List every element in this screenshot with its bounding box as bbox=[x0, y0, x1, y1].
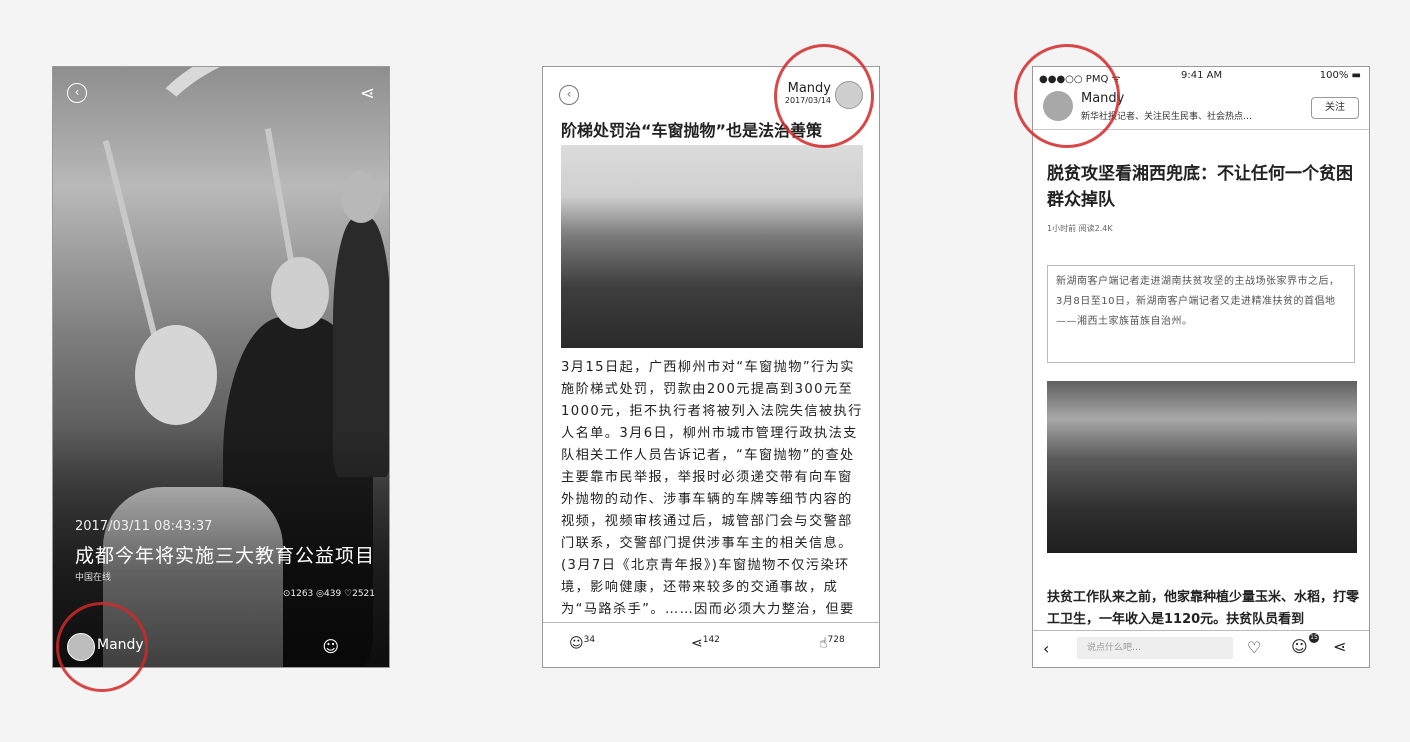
follow-button[interactable]: 关注 bbox=[1311, 97, 1359, 119]
comment-icon[interactable]: ☺ bbox=[1291, 637, 1308, 656]
like-button[interactable]: ☝728 bbox=[819, 635, 845, 652]
share-icon: ⋖ bbox=[691, 635, 703, 652]
phone-screen-news-article: ●●●○○ PMQ ᯤ 9:41 AM 100% ▬ Mandy 新华社报记者、… bbox=[1032, 66, 1370, 668]
article-meta: 1小时前 阅读2.4K bbox=[1047, 224, 1113, 233]
bottom-comment-bar: ‹ 说点什么吧… ♡ ☺ 15 ⋖ bbox=[1033, 630, 1369, 667]
bottom-action-bar: ☺34 ⋖142 ☝728 bbox=[543, 622, 879, 667]
status-time: 9:41 AM bbox=[1181, 70, 1223, 81]
article-body: 3月15日起，广西柳州市对“车窗抛物”行为实施阶梯式处罚，罚款由200元提高到3… bbox=[561, 360, 863, 625]
article-summary-quote: 新湖南客户端记者走进湖南扶贫攻坚的主战场张家界市之后，3月8日至10日，新湖南客… bbox=[1047, 265, 1355, 363]
article-body: 扶贫工作队来之前，他家靠种植少量玉米、水稻，打零工卫生，一年收入是1120元。扶… bbox=[1047, 590, 1359, 627]
mountain-photo bbox=[1047, 381, 1357, 553]
photo-person-head bbox=[271, 257, 329, 329]
highlight-circle bbox=[56, 602, 148, 692]
comment-button[interactable]: ☺34 bbox=[569, 635, 595, 652]
share-button[interactable]: ⋖142 bbox=[691, 635, 720, 652]
photo-person-head bbox=[341, 171, 381, 223]
share-icon[interactable]: ⋖ bbox=[360, 83, 375, 104]
back-circle-icon[interactable]: ‹ bbox=[559, 85, 579, 105]
article-title[interactable]: 成都今年将实施三大教育公益项目 bbox=[75, 541, 375, 568]
highlight-circle bbox=[774, 44, 874, 148]
battery-status: 100% ▬ bbox=[1319, 70, 1361, 81]
share-count: 142 bbox=[702, 635, 720, 645]
thumbs-up-icon: ☝ bbox=[819, 635, 828, 652]
comment-count: 34 bbox=[583, 635, 596, 645]
article-title: 脱贫攻坚看湘西兜底：不让任何一个贫困群众掉队 bbox=[1047, 164, 1353, 210]
mountain-photo bbox=[561, 145, 863, 348]
article-time: 2017/03/11 08:43:37 bbox=[75, 519, 213, 534]
comment-input[interactable]: 说点什么吧… bbox=[1077, 637, 1233, 659]
heart-icon[interactable]: ♡ bbox=[1247, 638, 1261, 657]
comment-count-badge: 15 bbox=[1309, 633, 1319, 643]
like-count: 728 bbox=[827, 635, 845, 645]
share-icon[interactable]: ⋖ bbox=[1333, 637, 1346, 656]
photo-person-head bbox=[135, 325, 217, 425]
phone-screen-photo-article: ‹ ⋖ 2017/03/11 08:43:37 成都今年将实施三大教育公益项目 … bbox=[52, 66, 390, 668]
comment-icon[interactable]: ☺ bbox=[322, 637, 339, 656]
back-circle-icon[interactable]: ‹ bbox=[67, 83, 87, 103]
phone-screen-text-article: ‹ Mandy 2017/03/14 阶梯处罚治“车窗抛物”也是法治善策 3月1… bbox=[542, 66, 880, 668]
highlight-circle bbox=[1014, 44, 1120, 148]
comment-icon: ☺ bbox=[569, 635, 584, 652]
article-source: 中国在线 bbox=[75, 573, 112, 583]
article-stats: ⊙1263 ◎439 ♡2521 bbox=[282, 589, 375, 599]
back-chevron-icon[interactable]: ‹ bbox=[1043, 639, 1049, 658]
